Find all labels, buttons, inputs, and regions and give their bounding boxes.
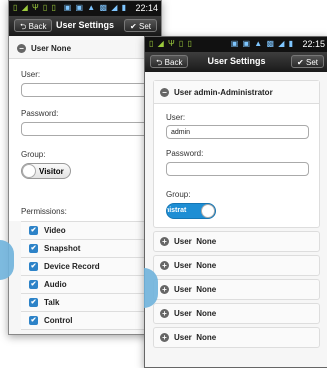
user-input[interactable] <box>21 83 161 97</box>
toggle-knob <box>201 204 215 218</box>
password-label: Password: <box>166 149 204 158</box>
permission-row[interactable]: ✔ Video <box>21 222 161 240</box>
user-label: User: <box>21 70 41 79</box>
check-icon: ✔ <box>130 22 137 31</box>
user-card-header[interactable]: − User admin-Administrator <box>154 81 319 104</box>
system-icons: ▣ ▣ ▲ ▩ ◢ ▮ <box>63 3 127 12</box>
check-icon[interactable]: ✔ <box>29 226 38 235</box>
front-phone-screen: ▯ ◢ Ψ ▯ ▯ ▣ ▣ ▲ ▩ ◢ ▮ 22:15 ⮌ Back User … <box>144 36 327 368</box>
user-list-item[interactable]: + User None <box>153 279 320 300</box>
permission-label: Talk <box>44 298 60 307</box>
user-list-item-label: User None <box>174 333 217 342</box>
clock: 22:15 <box>302 39 325 49</box>
group-toggle[interactable]: inistrat <box>166 203 216 219</box>
user-list-item[interactable]: + User None <box>153 327 320 348</box>
status-bar: ▯ ◢ Ψ ▯ ▯ ▣ ▣ ▲ ▩ ◢ ▮ 22:14 <box>9 1 161 16</box>
password-label: Password: <box>21 109 59 118</box>
check-icon[interactable]: ✔ <box>29 298 38 307</box>
check-icon[interactable]: ✔ <box>29 280 38 289</box>
user-label: User: <box>166 113 186 122</box>
user-card-title: User None <box>31 43 72 53</box>
permission-label: Audio <box>44 280 67 289</box>
plus-circle-icon: + <box>160 309 169 318</box>
plus-circle-icon: + <box>160 333 169 342</box>
check-icon: ✔ <box>297 58 304 67</box>
plus-circle-icon: + <box>160 261 169 270</box>
plus-circle-icon: + <box>160 237 169 246</box>
user-list-item[interactable]: + User None <box>153 231 320 252</box>
group-label: Group: <box>166 190 191 199</box>
user-list-item-label: User None <box>174 261 217 270</box>
minus-circle-icon: − <box>160 87 169 97</box>
minus-circle-icon: − <box>17 43 26 53</box>
group-toggle-label: inistrat <box>167 207 187 214</box>
status-bar: ▯ ◢ Ψ ▯ ▯ ▣ ▣ ▲ ▩ ◢ ▮ 22:15 <box>145 37 327 52</box>
permissions-label: Permissions: <box>21 207 67 216</box>
nav-bar: ⮌ Back User Settings ✔ Set <box>9 16 161 36</box>
user-card-title: User admin-Administrator <box>174 87 273 97</box>
permission-row[interactable]: ✔ Audio <box>21 276 161 294</box>
password-input[interactable] <box>21 122 161 136</box>
clock: 22:14 <box>135 3 158 13</box>
set-button-label: Set <box>305 58 318 67</box>
group-label: Group: <box>21 150 46 159</box>
permission-label: Control <box>44 316 73 325</box>
plus-circle-icon: + <box>160 285 169 294</box>
user-list-item-label: User None <box>174 309 217 318</box>
permissions-list: ✔ Video ✔ Snapshot ✔ Device Record ✔ Audio ✔ Talk… <box>21 221 161 330</box>
set-button[interactable]: ✔ Set <box>291 55 324 68</box>
back-phone-screen: ▯ ◢ Ψ ▯ ▯ ▣ ▣ ▲ ▩ ◢ ▮ 22:14 ⮌ Back User … <box>8 0 162 335</box>
user-list-item-label: User None <box>174 237 217 246</box>
check-icon[interactable]: ✔ <box>29 262 38 271</box>
notification-icons: ▯ ◢ Ψ ▯ ▯ <box>13 3 57 12</box>
user-list: + User None + User None + User None + User None… <box>145 231 327 348</box>
permission-label: Device Record <box>44 262 100 271</box>
permission-row[interactable]: ✔ Talk <box>21 294 161 312</box>
set-button-label: Set <box>138 22 151 31</box>
password-input[interactable] <box>166 162 309 176</box>
nav-bar: ⮌ Back User Settings ✔ Set <box>145 52 327 72</box>
check-icon[interactable]: ✔ <box>29 316 38 325</box>
set-button[interactable]: ✔ Set <box>124 19 157 32</box>
permission-row[interactable]: ✔ Snapshot <box>21 240 161 258</box>
permission-row[interactable]: ✔ Control <box>21 312 161 330</box>
notification-icons: ▯ ◢ Ψ ▯ ▯ <box>149 39 193 48</box>
permission-label: Snapshot <box>44 244 81 253</box>
user-list-item-label: User None <box>174 285 217 294</box>
system-icons: ▣ ▣ ▲ ▩ ◢ ▮ <box>230 39 294 48</box>
permission-label: Video <box>44 226 66 235</box>
check-icon[interactable]: ✔ <box>29 244 38 253</box>
user-input[interactable]: admin <box>166 125 309 139</box>
group-toggle-label: Visitor <box>39 166 64 176</box>
permission-row[interactable]: ✔ Device Record <box>21 258 161 276</box>
group-toggle[interactable]: Visitor <box>21 163 71 179</box>
user-list-item[interactable]: + User None <box>153 255 320 276</box>
toggle-knob <box>22 164 36 178</box>
user-list-item[interactable]: + User None <box>153 303 320 324</box>
user-card-header[interactable]: − User None <box>17 40 153 56</box>
